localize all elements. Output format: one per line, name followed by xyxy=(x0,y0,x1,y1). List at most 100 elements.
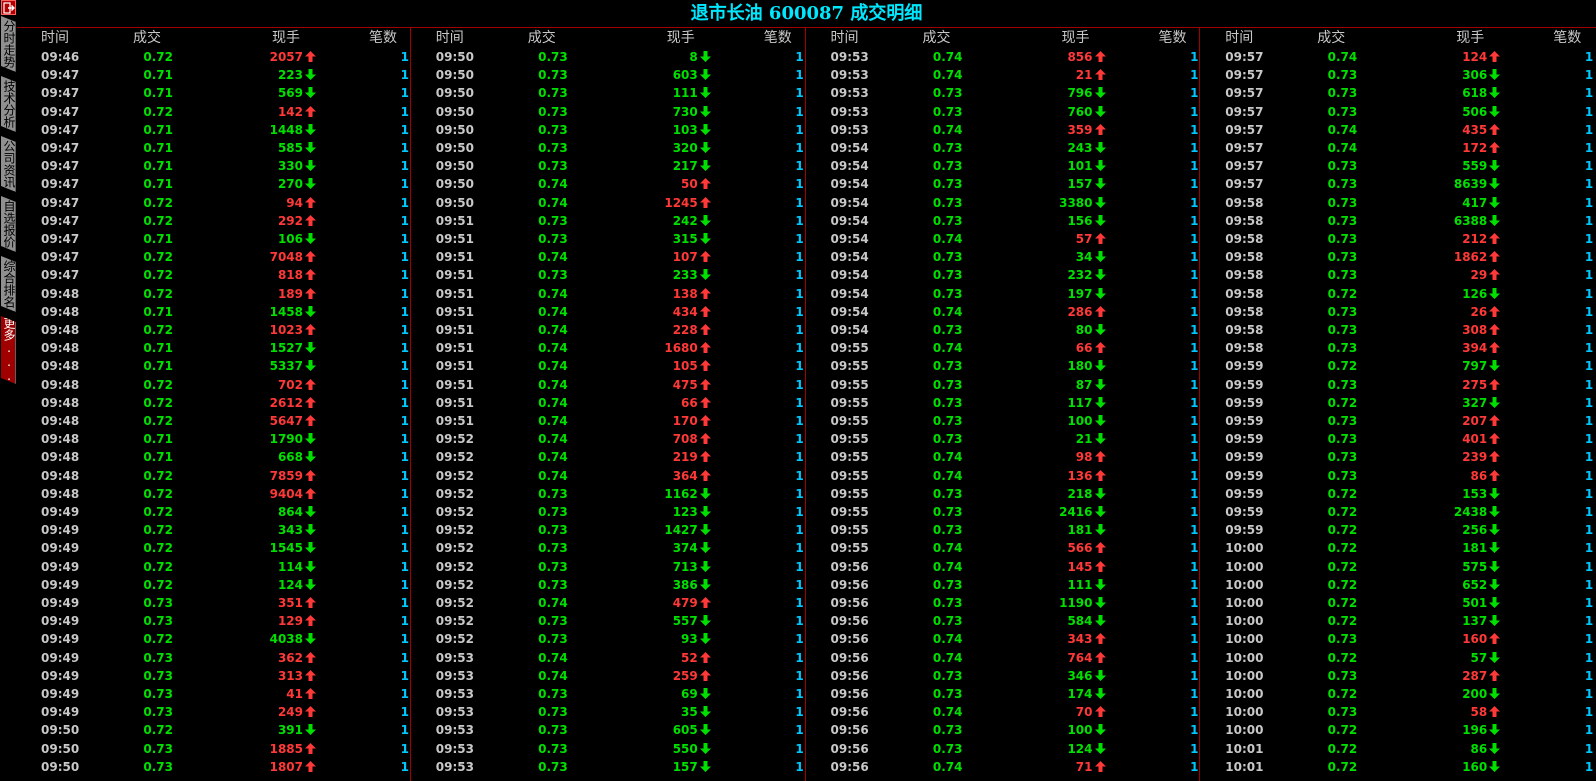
trade-price: 0.73 xyxy=(932,432,963,447)
table-row: 09:56 0.74 343 1 xyxy=(807,630,1199,648)
table-row: 09:49 0.72 1545 1 xyxy=(17,539,409,557)
trade-volume-cell: 21 xyxy=(1076,66,1106,84)
arrow-up-icon xyxy=(699,396,711,408)
trade-volume-cell: 2438 xyxy=(1454,503,1501,521)
trade-count: 1 xyxy=(795,177,804,192)
arrow-up-icon xyxy=(305,324,316,335)
trade-volume-cell: 2612 xyxy=(270,394,316,412)
table-row: 09:51 0.74 228 1 xyxy=(412,321,804,339)
trade-price: 0.74 xyxy=(932,541,963,556)
trade-volume: 585 xyxy=(277,141,303,155)
arrow-up-icon xyxy=(305,105,316,117)
arrow-down-icon xyxy=(1094,669,1106,681)
table-row: 09:48 0.72 702 1 xyxy=(17,376,409,394)
tab-intraday[interactable]: 分时走势 xyxy=(1,16,16,72)
arrow-up-icon xyxy=(305,269,316,281)
panel-divider xyxy=(409,27,411,781)
trade-price: 0.73 xyxy=(538,632,568,647)
trade-volume-cell: 218 xyxy=(1067,485,1106,503)
tab-technical-analysis[interactable]: 技术分析 xyxy=(1,76,16,132)
table-row: 09:50 0.73 217 1 xyxy=(412,157,804,175)
table-row: 09:55 0.73 21 1 xyxy=(807,430,1199,448)
arrow-down-icon xyxy=(1489,597,1501,608)
table-row: 09:49 0.73 362 1 xyxy=(17,649,409,667)
tab-ranking[interactable]: 综合排名 xyxy=(1,256,16,312)
trade-volume: 3380 xyxy=(1059,195,1093,210)
trade-volume-cell: 7048 xyxy=(270,248,316,266)
arrow-down-icon xyxy=(1094,415,1106,426)
table-row: 09:56 0.74 70 1 xyxy=(807,703,1199,721)
tab-watchlist[interactable]: 自选报价 xyxy=(1,196,16,252)
trade-volume-cell: 1023 xyxy=(270,321,316,339)
table-row: 09:48 0.71 1790 1 xyxy=(17,430,409,448)
exit-icon[interactable] xyxy=(1,0,16,15)
trade-count: 1 xyxy=(795,668,804,683)
table-row: 09:50 0.73 320 1 xyxy=(412,139,804,157)
trade-price: 0.73 xyxy=(538,541,568,556)
trade-price: 0.73 xyxy=(932,687,963,701)
trade-time: 09:47 xyxy=(41,195,80,210)
trade-price: 0.73 xyxy=(143,741,173,756)
trade-price: 0.73 xyxy=(932,614,963,629)
arrow-down-icon xyxy=(1489,105,1501,117)
table-row: 09:50 0.74 50 1 xyxy=(412,175,804,193)
trade-time: 09:57 xyxy=(1225,159,1264,174)
trade-price: 0.73 xyxy=(538,213,568,228)
panel-divider xyxy=(804,27,806,781)
trade-price: 0.72 xyxy=(1327,614,1358,629)
arrow-up-icon xyxy=(305,760,316,772)
trade-time: 09:54 xyxy=(830,286,869,301)
tab-company-news[interactable]: 公司资讯 xyxy=(1,136,16,192)
trade-time: 09:58 xyxy=(1225,286,1264,301)
trade-time: 09:57 xyxy=(1225,141,1264,155)
trade-volume-cell: 70 xyxy=(1076,703,1106,721)
trade-volume: 6388 xyxy=(1453,213,1488,228)
trade-volume: 123 xyxy=(672,505,698,519)
trade-count: 1 xyxy=(795,687,804,701)
trade-price: 0.73 xyxy=(932,250,963,265)
arrow-down-icon xyxy=(305,69,316,81)
table-row: 09:47 0.71 1448 1 xyxy=(17,121,409,139)
header-volume: 现手 xyxy=(272,30,300,46)
arrow-down-icon xyxy=(1489,578,1501,590)
trade-volume-cell: 197 xyxy=(1067,285,1106,303)
table-row: 09:52 0.73 123 1 xyxy=(412,503,804,521)
trade-price: 0.74 xyxy=(538,377,568,392)
trade-price: 0.72 xyxy=(143,577,173,592)
trade-count: 1 xyxy=(400,122,409,137)
trade-time: 09:59 xyxy=(1225,395,1264,410)
table-row: 10:01 0.72 160 1 xyxy=(1201,758,1593,776)
trade-volume: 100 xyxy=(1067,414,1093,428)
trade-time: 09:52 xyxy=(435,432,474,447)
trade-count: 1 xyxy=(400,377,409,392)
trade-count: 1 xyxy=(795,286,804,301)
trade-price: 0.74 xyxy=(538,432,568,447)
table-row: 09:48 0.72 5647 1 xyxy=(17,412,409,430)
trade-time: 09:49 xyxy=(41,523,80,538)
tab-more[interactable]: 更多... xyxy=(1,316,16,384)
trade-price: 0.74 xyxy=(538,668,568,683)
trade-volume: 172 xyxy=(1462,141,1488,155)
trade-time: 09:49 xyxy=(41,505,80,519)
trade-price: 0.73 xyxy=(538,614,568,629)
trade-volume: 1680 xyxy=(664,341,698,356)
arrow-down-icon xyxy=(699,633,711,645)
trade-volume: 200 xyxy=(1462,687,1488,701)
trade-volume: 34 xyxy=(1075,250,1093,265)
trade-price: 0.73 xyxy=(932,159,963,174)
trade-volume: 259 xyxy=(672,668,698,683)
trade-volume-cell: 394 xyxy=(1462,339,1501,357)
arrow-down-icon xyxy=(305,633,316,645)
arrow-down-icon xyxy=(1489,524,1501,536)
trade-price: 0.72 xyxy=(1327,395,1358,410)
table-row: 09:56 0.74 764 1 xyxy=(807,649,1199,667)
trade-volume: 569 xyxy=(277,86,303,101)
header-volume: 现手 xyxy=(1456,30,1485,46)
trade-count: 1 xyxy=(1190,759,1199,774)
table-row: 09:52 0.73 386 1 xyxy=(412,576,804,594)
arrow-down-icon xyxy=(305,433,316,445)
trade-price: 0.74 xyxy=(538,286,568,301)
table-row: 09:54 0.73 3380 1 xyxy=(807,194,1199,212)
trade-price: 0.74 xyxy=(932,650,963,665)
table-row: 10:00 0.72 501 1 xyxy=(1201,594,1593,612)
